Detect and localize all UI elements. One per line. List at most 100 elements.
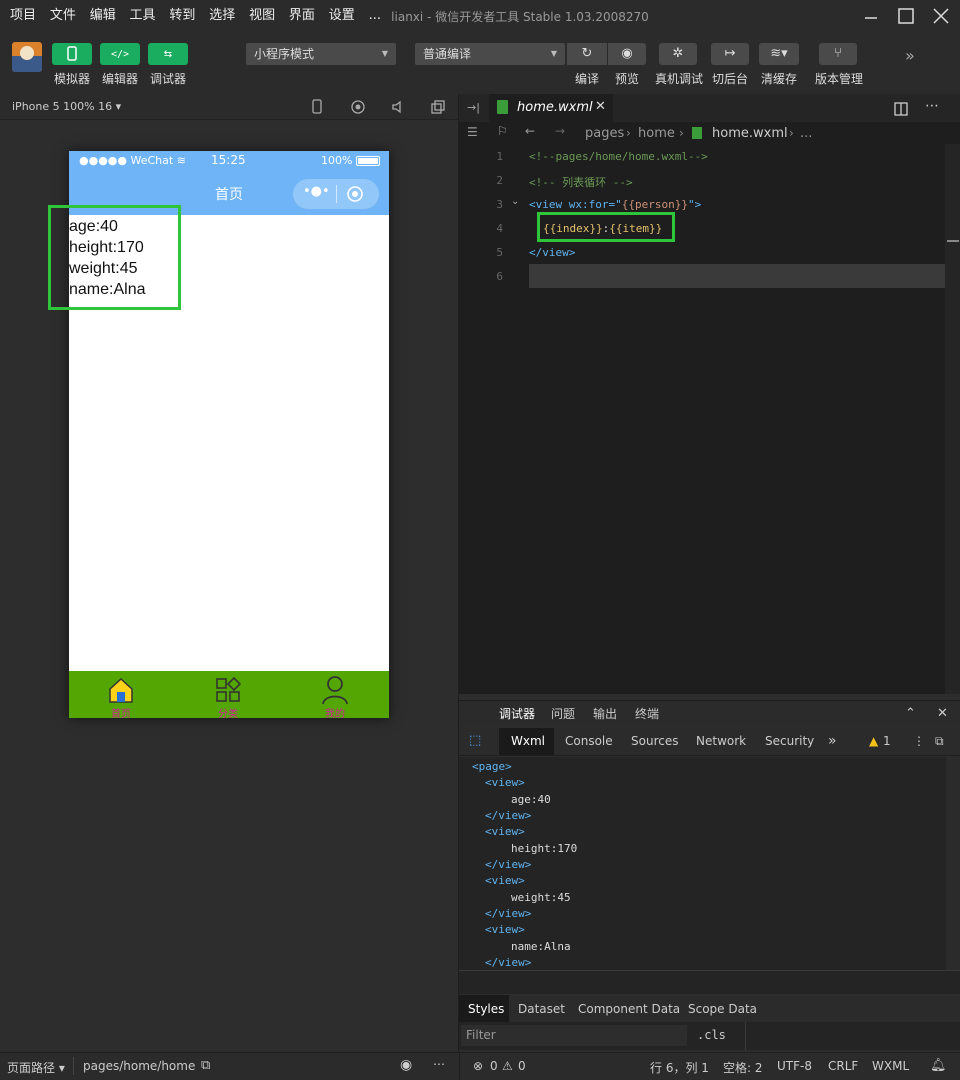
phone-icon[interactable] [310,99,324,115]
mode-select[interactable]: 小程序模式 ▼ [246,43,396,65]
device-select[interactable]: iPhone 5 100% 16 ▾ [12,100,121,113]
warning-count[interactable]: 1 [883,727,891,755]
language-mode[interactable]: WXML [872,1059,909,1073]
tree-node[interactable]: <page> [472,759,512,775]
cursor-position[interactable]: 行 6，列 1 [650,1059,709,1076]
line-number: 1 [496,150,503,163]
tree-node[interactable]: </view> [485,955,531,970]
compile-mode-select[interactable]: 普通编译 ▼ [415,43,565,65]
clock: 15:25 [211,153,246,167]
page-path-select[interactable]: 页面路径 ▾ [7,1059,65,1076]
tab-home-wxml[interactable]: home.wxml ✕ [489,94,613,122]
warning-count: 0 [518,1059,526,1073]
more-dots-icon[interactable]: •●• [303,184,330,199]
tab-network[interactable]: Network [696,727,746,755]
wifi-icon: ≋ [176,154,186,167]
tab-debugger[interactable]: 调试器 [499,701,535,727]
tree-node[interactable]: <view> [485,873,525,889]
dock-icon[interactable]: ⧉ [935,727,944,755]
highlight-box-code [537,212,675,242]
split-editor-icon[interactable] [894,102,908,116]
close-panel-icon[interactable]: ✕ [937,701,948,727]
menu-project[interactable]: 项目 [10,0,36,32]
tab-component-data[interactable]: Component Data [578,995,680,1023]
tab-styles[interactable]: Styles [468,995,504,1023]
menu-file[interactable]: 文件 [50,0,76,32]
collapse-panel-icon[interactable]: ⌃ [905,701,916,727]
tab-problems[interactable]: 问题 [551,701,575,727]
encoding[interactable]: UTF-8 [777,1059,812,1073]
debugger-button[interactable]: ⇆ [148,43,188,65]
breadcrumb-sep: › [626,126,631,140]
volume-icon[interactable] [390,99,406,115]
tree-node[interactable]: <view> [485,775,525,791]
fold-chevron-icon[interactable]: ⌄ [511,196,519,207]
scrollbar[interactable] [945,144,960,694]
breadcrumb-home[interactable]: home [638,126,675,141]
menu-select[interactable]: 选择 [209,0,235,32]
tab-scope-data[interactable]: Scope Data [688,995,757,1023]
breadcrumb-pages[interactable]: pages [585,126,624,141]
tab-console[interactable]: Console [565,727,613,755]
remote-debug-button[interactable]: ✲ [659,43,697,65]
error-icon[interactable]: ⊗ [473,1059,483,1073]
tab-sources[interactable]: Sources [631,727,678,755]
inspect-icon[interactable]: ⬚ [469,727,481,755]
compile-button[interactable]: ↻ [567,43,607,65]
outline-icon[interactable]: ☰ [467,125,478,139]
menu-tools[interactable]: 工具 [130,0,156,32]
toggle-explorer-icon[interactable]: →| [467,101,480,114]
bookmark-icon[interactable]: ⚐ [497,124,508,138]
close-window-icon[interactable] [928,4,954,28]
close-tab-icon[interactable]: ✕ [595,99,606,114]
version-button[interactable]: ⑂ [819,43,857,65]
tab-wxml[interactable]: Wxml [511,727,545,755]
breadcrumb-file[interactable]: home.wxml [712,126,788,141]
menu-goto[interactable]: 转到 [169,0,195,32]
eye-icon[interactable]: ◉ [400,1057,412,1073]
forward-arrow-icon[interactable]: → [555,124,565,138]
more-chevron-icon[interactable]: » [905,46,915,65]
devtools-menu-icon[interactable]: ⋮ [913,727,925,755]
line-ending[interactable]: CRLF [828,1059,858,1073]
preview-button[interactable]: ◉ [608,43,646,65]
tab-security[interactable]: Security [765,727,814,755]
tab-terminal[interactable]: 终端 [635,701,659,727]
background-button[interactable]: ↦ [711,43,749,65]
clear-cache-button[interactable]: ≋▾ [759,43,799,65]
tree-node[interactable]: </view> [485,857,531,873]
avatar[interactable] [12,42,42,72]
tree-node[interactable]: <view> [485,824,525,840]
tab-dataset[interactable]: Dataset [518,995,565,1023]
detach-window-icon[interactable] [430,99,446,115]
tab-output[interactable]: 输出 [593,701,617,727]
indentation[interactable]: 空格: 2 [723,1059,763,1076]
simulator-button[interactable] [52,43,92,65]
editor-button[interactable]: </> [100,43,140,65]
version-label: 版本管理 [814,72,863,86]
cls-button[interactable]: .cls [697,1028,726,1042]
more-actions-icon[interactable]: ⋯ [925,98,939,114]
bell-icon[interactable]: 🔔︎ [930,1058,947,1073]
breadcrumb-more[interactable]: ... [800,126,812,141]
tree-node[interactable]: </view> [485,808,531,824]
copy-icon[interactable]: ⧉ [201,1058,210,1073]
back-arrow-icon[interactable]: ← [525,124,535,138]
maximize-icon[interactable] [893,4,919,28]
close-mini-program-icon[interactable] [346,185,364,203]
error-count: 0 [490,1059,498,1073]
tree-node[interactable]: <view> [485,922,525,938]
code-editor[interactable]: 1 <!--pages/home/home.wxml--> 2 <!-- 列表循… [459,144,960,694]
tree-node[interactable]: </view> [485,906,531,922]
tree-scrollbar[interactable] [946,757,960,970]
minimize-icon[interactable] [858,4,884,28]
filter-input[interactable]: Filter [461,1025,687,1046]
warning-icon[interactable]: ⚠ [502,1059,513,1073]
more-tabs-icon[interactable]: » [828,727,837,755]
menu-edit[interactable]: 编辑 [90,0,116,32]
wxml-file-icon [692,127,702,139]
more-dots-icon[interactable]: ⋯ [433,1057,445,1071]
record-icon[interactable] [350,99,366,115]
current-line-highlight [529,264,959,288]
line-number: 5 [496,246,503,259]
